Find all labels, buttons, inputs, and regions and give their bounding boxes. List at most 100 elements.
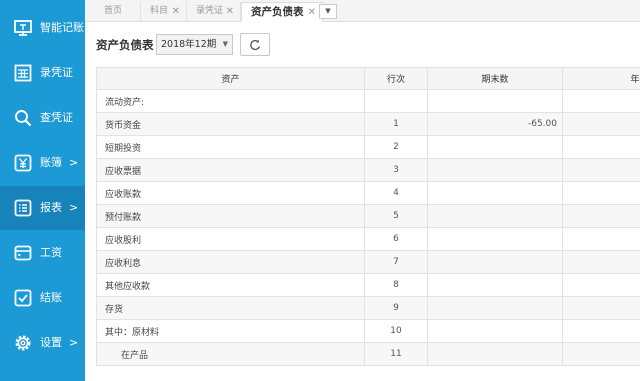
- cell-period-end[interactable]: [427, 342, 563, 366]
- cell-line: 7: [364, 250, 428, 274]
- cell-line: 2: [364, 135, 428, 159]
- nav-label: 设置: [40, 336, 62, 349]
- balance-sheet-table: 资产 行次 期末数 年初 流动资产: 货币资金 1 -65.00 短期投资 2: [96, 67, 640, 381]
- checkbox-icon: [13, 288, 33, 308]
- cell-period-end[interactable]: [427, 296, 563, 320]
- table-header-row: 资产 行次 期末数 年初: [96, 67, 640, 90]
- tab-accounts[interactable]: 科目 ✕: [141, 2, 187, 21]
- cell-year-begin[interactable]: [562, 319, 640, 343]
- tab-bar: 首页 科目 ✕ 录凭证 ✕ 资产负债表 ✕: [85, 0, 640, 22]
- nav-item-settings[interactable]: 设置 >: [0, 321, 85, 365]
- cell-item: 其中：原材料: [96, 319, 365, 343]
- tab-home[interactable]: 首页: [95, 2, 141, 21]
- cell-item: 预付账款: [96, 204, 365, 228]
- column-header-assets: 资产: [96, 67, 365, 90]
- cell-period-end[interactable]: [427, 273, 563, 297]
- cell-line: 4: [364, 181, 428, 205]
- cell-item: 其他应收款: [96, 273, 365, 297]
- cell-year-begin[interactable]: [562, 227, 640, 251]
- cell-year-begin[interactable]: [562, 112, 640, 136]
- cell-period-end[interactable]: [427, 181, 563, 205]
- nav-label: 报表: [40, 201, 62, 214]
- cell-line: 8: [364, 273, 428, 297]
- table-row: 其中：原材料 10: [96, 319, 640, 343]
- cell-period-end[interactable]: [427, 227, 563, 251]
- chevron-right-icon: >: [69, 156, 79, 169]
- period-value: 2018年12期: [161, 39, 217, 50]
- cell-item: 存货: [96, 296, 365, 320]
- cell-line: 11: [364, 342, 428, 366]
- nav-label: 结账: [40, 291, 62, 304]
- period-select[interactable]: 2018年12期 ▼: [156, 34, 233, 55]
- nav-item-payroll[interactable]: 工资: [0, 231, 85, 275]
- nav-item-close-accounts[interactable]: 结账: [0, 276, 85, 320]
- cell-period-end[interactable]: [427, 204, 563, 228]
- cell-line: 1: [364, 112, 428, 136]
- cell-period-end[interactable]: [427, 135, 563, 159]
- cell-year-begin[interactable]: [562, 204, 640, 228]
- report-list-icon: [13, 198, 33, 218]
- sidebar: 智能记账 录凭证 查凭证 账簿 > 报表 > 工资 结账 设置 >: [0, 0, 85, 381]
- table-row: 流动资产:: [96, 89, 640, 113]
- table-row: 应收股利 6: [96, 227, 640, 251]
- nav-label: 查凭证: [40, 111, 73, 124]
- cell-period-end[interactable]: [427, 158, 563, 182]
- cell-item: 流动资产:: [96, 89, 365, 113]
- nav-label: 录凭证: [40, 66, 73, 79]
- tab-label: 科目: [150, 6, 169, 16]
- gear-icon: [13, 333, 33, 353]
- nav-item-enter-voucher[interactable]: 录凭证: [0, 51, 85, 95]
- tab-label: 录凭证: [196, 6, 224, 16]
- close-icon[interactable]: ✕: [226, 2, 234, 21]
- nav-item-smart-bookkeeping[interactable]: 智能记账: [0, 6, 85, 50]
- tab-enter-voucher[interactable]: 录凭证 ✕: [187, 2, 241, 21]
- table-row: 应收利息 7: [96, 250, 640, 274]
- cell-period-end[interactable]: [427, 250, 563, 274]
- cell-year-begin[interactable]: [562, 181, 640, 205]
- yen-icon: [13, 153, 33, 173]
- cell-item: 应收利息: [96, 250, 365, 274]
- table-row: 其他应收款 8: [96, 273, 640, 297]
- search-icon: [13, 108, 33, 128]
- cell-line: 10: [364, 319, 428, 343]
- tab-label: 资产负债表: [251, 6, 304, 18]
- cell-line: 9: [364, 296, 428, 320]
- wallet-icon: [13, 243, 33, 263]
- cell-year-begin[interactable]: [562, 158, 640, 182]
- table-row: 短期投资 2: [96, 135, 640, 159]
- nav-item-reports[interactable]: 报表 >: [0, 186, 85, 230]
- calculator-icon: [13, 63, 33, 83]
- cell-year-begin[interactable]: [562, 273, 640, 297]
- nav-label: 智能记账: [40, 21, 84, 34]
- cell-year-begin[interactable]: [562, 135, 640, 159]
- page-title: 资产负债表: [96, 38, 154, 52]
- table-row: 在产品 11: [96, 342, 640, 366]
- tab-balance-sheet[interactable]: 资产负债表 ✕: [241, 2, 323, 22]
- table-row: 存货 9: [96, 296, 640, 320]
- cell-item: 在产品: [96, 342, 365, 366]
- cell-year-begin[interactable]: [562, 89, 640, 113]
- cell-period-end[interactable]: -65.00: [427, 112, 563, 136]
- tab-label: 首页: [104, 6, 123, 16]
- table-row: 应收账款 4: [96, 181, 640, 205]
- table-row: 货币资金 1 -65.00: [96, 112, 640, 136]
- nav-label: 工资: [40, 246, 62, 259]
- column-header-line-no: 行次: [364, 67, 428, 90]
- chevron-right-icon: >: [69, 336, 79, 349]
- cell-period-end[interactable]: [427, 319, 563, 343]
- nav-item-ledger[interactable]: 账簿 >: [0, 141, 85, 185]
- cell-year-begin[interactable]: [562, 250, 640, 274]
- cell-item: 货币资金: [96, 112, 365, 136]
- cell-year-begin[interactable]: [562, 296, 640, 320]
- cell-year-begin[interactable]: [562, 342, 640, 366]
- nav-item-query-voucher[interactable]: 查凭证: [0, 96, 85, 140]
- column-header-period-end: 期末数: [427, 67, 563, 90]
- refresh-button[interactable]: [240, 33, 270, 56]
- cell-period-end[interactable]: [427, 89, 563, 113]
- tab-list-dropdown-button[interactable]: ▼: [319, 4, 337, 19]
- cell-item: 应收股利: [96, 227, 365, 251]
- close-icon[interactable]: ✕: [172, 2, 180, 21]
- cell-line: [364, 89, 428, 113]
- close-icon[interactable]: ✕: [308, 3, 316, 22]
- column-header-year-begin: 年初: [562, 67, 640, 90]
